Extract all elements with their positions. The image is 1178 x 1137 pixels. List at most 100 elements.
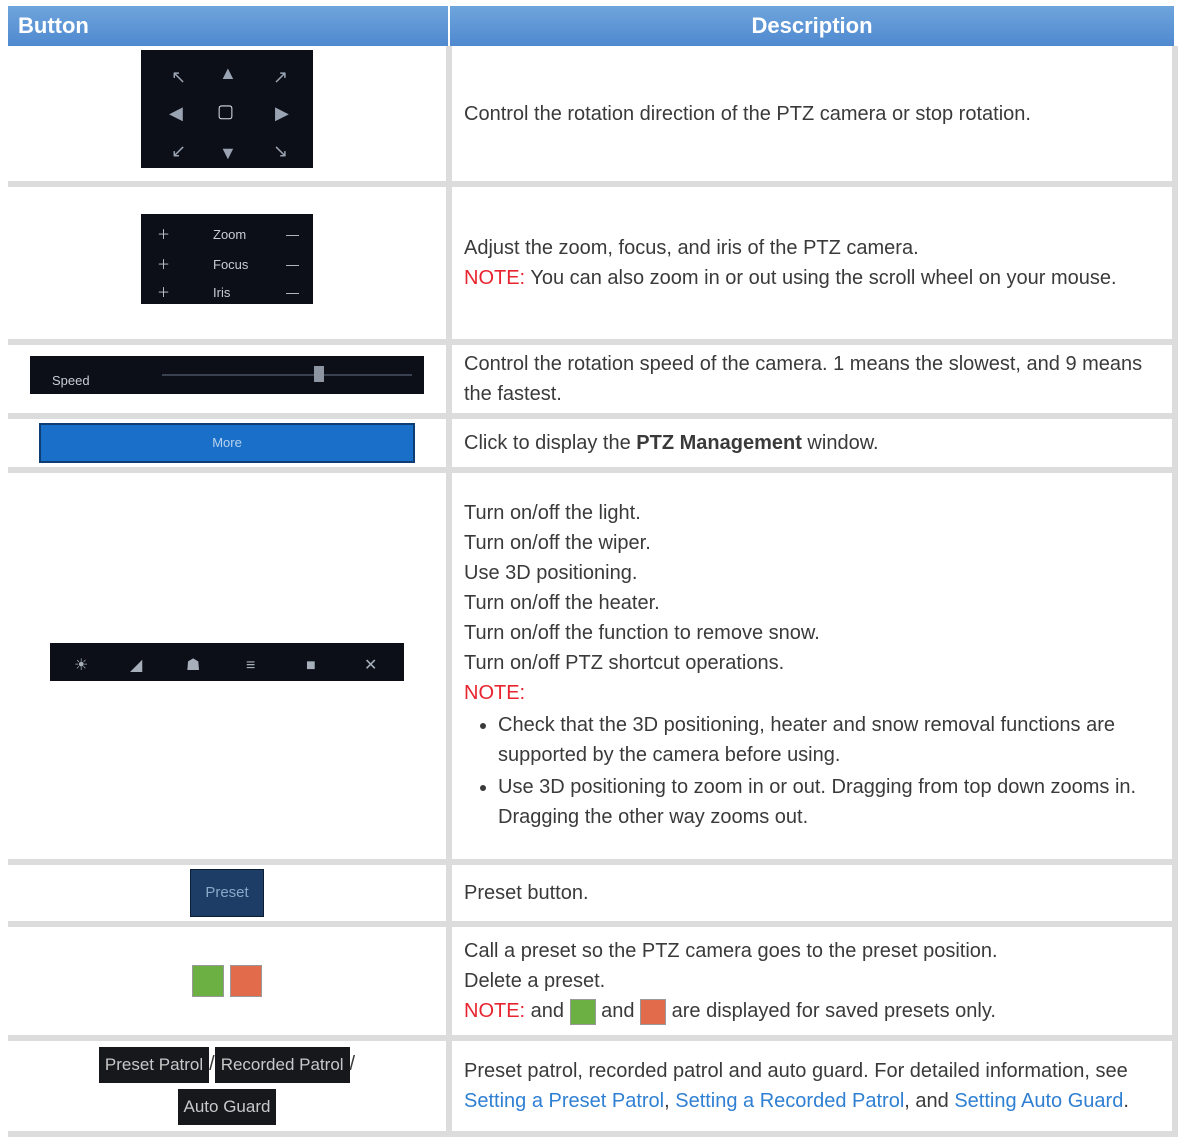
delete-preset-inline-icon bbox=[640, 998, 667, 1025]
button-cell: Preset bbox=[8, 862, 452, 927]
iris-minus-icon[interactable]: — bbox=[286, 278, 299, 308]
button-cell: ☀ ◢ ☗ ≡ ■ ✕ bbox=[8, 470, 452, 865]
direction-description: Control the rotation direction of the PT… bbox=[464, 102, 1031, 125]
heater-icon[interactable]: ≡ bbox=[246, 651, 255, 681]
description-cell: Call a preset so the PTZ camera goes to … bbox=[449, 924, 1178, 1041]
link-setting-recorded-patrol[interactable]: Setting a Recorded Patrol bbox=[675, 1090, 904, 1112]
delete-preset-description: Delete a preset. bbox=[464, 970, 606, 992]
table-row: Preset Preset button. bbox=[8, 862, 1178, 927]
preset-button[interactable]: Preset bbox=[190, 869, 264, 917]
delete-preset-icon[interactable] bbox=[229, 965, 262, 997]
shortcut-icon[interactable]: ✕ bbox=[364, 651, 377, 681]
speed-track[interactable] bbox=[162, 373, 412, 376]
link-setting-auto-guard[interactable]: Setting Auto Guard bbox=[954, 1090, 1123, 1112]
function-line-snow: Turn on/off the function to remove snow. bbox=[464, 622, 820, 644]
table-row: ＋ Zoom — ＋ Focus — ＋ Iris — Adjust the z… bbox=[8, 184, 1178, 345]
call-preset-description: Call a preset so the PTZ camera goes to … bbox=[464, 940, 998, 962]
arrow-up-left-icon[interactable]: ↖ bbox=[171, 62, 186, 92]
auto-guard-button[interactable]: Auto Guard bbox=[177, 1089, 277, 1125]
function-icon-bar: ☀ ◢ ☗ ≡ ■ ✕ bbox=[50, 642, 404, 681]
description-cell: Click to display the PTZ Management wind… bbox=[449, 416, 1178, 473]
button-cell: ＋ Zoom — ＋ Focus — ＋ Iris — bbox=[8, 184, 452, 345]
table-row: ↖ ▲ ↗ ◀ ▢ ▶ ↙ ▼ ↘ Control the rotation d… bbox=[8, 46, 1178, 187]
ptz-management-label: PTZ Management bbox=[636, 432, 802, 454]
function-line-heater: Turn on/off the heater. bbox=[464, 592, 660, 614]
lens-control-panel: ＋ Zoom — ＋ Focus — ＋ Iris — bbox=[141, 213, 313, 304]
note-connector: and bbox=[525, 1000, 570, 1022]
wiper-icon[interactable]: ◢ bbox=[130, 651, 142, 681]
patrol-description: Preset patrol, recorded patrol and auto … bbox=[464, 1060, 1128, 1082]
light-icon[interactable]: ☀ bbox=[74, 651, 88, 681]
more-text-after: window. bbox=[801, 432, 879, 454]
table-row: Preset Patrol / Recorded Patrol / Auto Guar… bbox=[8, 1038, 1178, 1137]
call-preset-icon[interactable] bbox=[192, 965, 225, 997]
comma-text: , bbox=[664, 1090, 676, 1112]
arrow-down-icon[interactable]: ▼ bbox=[219, 138, 237, 168]
focus-minus-icon[interactable]: — bbox=[286, 250, 299, 280]
button-cell bbox=[8, 924, 452, 1041]
note-label: NOTE: bbox=[464, 267, 526, 289]
arrow-down-left-icon[interactable]: ↙ bbox=[171, 136, 186, 166]
table-row: ☀ ◢ ☗ ≡ ■ ✕ Turn on/off the light. Turn … bbox=[8, 470, 1178, 865]
lens-description: Adjust the zoom, focus, and iris of the … bbox=[464, 237, 919, 259]
table-row: More Click to display the PTZ Management… bbox=[8, 416, 1178, 473]
description-cell: Control the rotation direction of the PT… bbox=[449, 46, 1178, 187]
header-description: Description bbox=[449, 6, 1176, 46]
stop-rotation-icon[interactable]: ▢ bbox=[217, 96, 234, 126]
table-header-row: Button Description bbox=[8, 6, 1176, 46]
button-cell: More bbox=[8, 416, 452, 473]
speed-description: Control the rotation speed of the camera… bbox=[464, 353, 1143, 405]
table-row: Speed Control the rotation speed of the … bbox=[8, 342, 1178, 419]
table-row: Call a preset so the PTZ camera goes to … bbox=[8, 924, 1178, 1041]
period-text: . bbox=[1123, 1090, 1129, 1112]
description-cell: Control the rotation speed of the camera… bbox=[449, 342, 1178, 419]
arrow-right-icon[interactable]: ▶ bbox=[275, 98, 289, 128]
preset-patrol-button[interactable]: Preset Patrol bbox=[98, 1047, 210, 1083]
list-item: Check that the 3D positioning, heater an… bbox=[498, 710, 1162, 770]
button-cell: ↖ ▲ ↗ ◀ ▢ ▶ ↙ ▼ ↘ bbox=[8, 46, 452, 187]
call-preset-inline-icon bbox=[569, 998, 596, 1025]
focus-plus-icon[interactable]: ＋ bbox=[157, 250, 170, 280]
snow-removal-icon[interactable]: ■ bbox=[306, 651, 316, 681]
function-line-light: Turn on/off the light. bbox=[464, 502, 641, 524]
description-cell: Adjust the zoom, focus, and iris of the … bbox=[449, 184, 1178, 345]
direction-pad[interactable]: ↖ ▲ ↗ ◀ ▢ ▶ ↙ ▼ ↘ bbox=[141, 50, 313, 168]
link-setting-preset-patrol[interactable]: Setting a Preset Patrol bbox=[464, 1090, 664, 1112]
recorded-patrol-button[interactable]: Recorded Patrol bbox=[214, 1047, 350, 1083]
description-cell: Turn on/off the light. Turn on/off the w… bbox=[449, 470, 1178, 865]
focus-row: ＋ Focus — bbox=[151, 250, 303, 272]
description-cell: Preset patrol, recorded patrol and auto … bbox=[449, 1038, 1178, 1137]
preset-description: Preset button. bbox=[464, 882, 589, 904]
note-after-text: are displayed for saved presets only. bbox=[666, 1000, 996, 1022]
speed-thumb[interactable] bbox=[314, 365, 324, 382]
arrow-up-icon[interactable]: ▲ bbox=[219, 58, 237, 88]
header-button: Button bbox=[8, 6, 450, 46]
list-item: Use 3D positioning to zoom in or out. Dr… bbox=[498, 772, 1162, 832]
note-connector: and bbox=[595, 1000, 641, 1022]
lens-note-text: You can also zoom in or out using the sc… bbox=[525, 267, 1117, 289]
description-cell: Preset button. bbox=[449, 862, 1178, 927]
button-cell: Preset Patrol / Recorded Patrol / Auto Guar… bbox=[8, 1038, 452, 1137]
iris-plus-icon[interactable]: ＋ bbox=[157, 278, 170, 308]
zoom-label: Zoom bbox=[213, 226, 247, 242]
iris-label: Iris bbox=[213, 284, 231, 300]
notes-list: Check that the 3D positioning, heater an… bbox=[464, 710, 1162, 832]
function-line-wiper: Turn on/off the wiper. bbox=[464, 532, 651, 554]
arrow-up-right-icon[interactable]: ↗ bbox=[273, 62, 288, 92]
arrow-left-icon[interactable]: ◀ bbox=[169, 98, 183, 128]
more-text-before: Click to display the bbox=[464, 432, 637, 454]
3d-positioning-icon[interactable]: ☗ bbox=[186, 651, 200, 681]
zoom-out-icon[interactable]: — bbox=[286, 220, 299, 250]
zoom-row: ＋ Zoom — bbox=[151, 220, 303, 242]
separator: / bbox=[349, 1053, 356, 1075]
focus-label: Focus bbox=[213, 256, 249, 272]
note-label: NOTE: bbox=[464, 1000, 526, 1022]
function-line-3d: Use 3D positioning. bbox=[464, 562, 638, 584]
ptz-buttons-table: Button Description ↖ ▲ ↗ ◀ ▢ ▶ ↙ ▼ ↘ Con… bbox=[8, 6, 1178, 1137]
zoom-in-icon[interactable]: ＋ bbox=[157, 220, 170, 250]
note-label: NOTE: bbox=[464, 682, 526, 704]
speed-slider[interactable]: Speed bbox=[30, 355, 424, 394]
more-button[interactable]: More bbox=[39, 423, 415, 463]
arrow-down-right-icon[interactable]: ↘ bbox=[273, 136, 288, 166]
speed-label: Speed bbox=[52, 372, 90, 388]
